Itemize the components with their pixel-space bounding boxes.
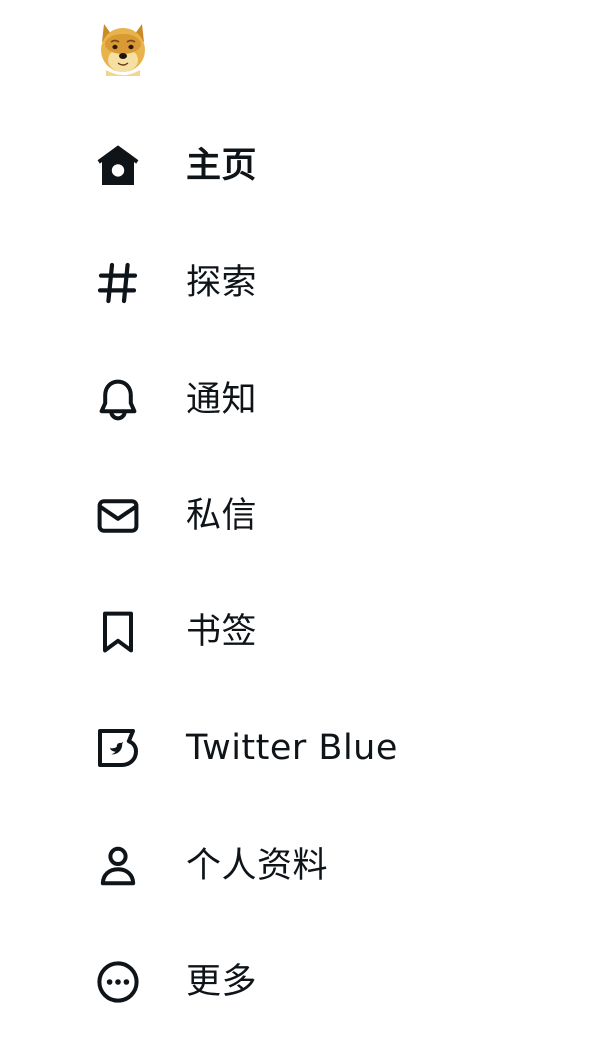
hashtag-icon: [92, 257, 144, 309]
nav-item-home[interactable]: 主页: [92, 134, 492, 198]
doge-avatar-icon[interactable]: [96, 20, 150, 76]
twitter-blue-icon: [92, 722, 144, 774]
nav-item-twitter-blue[interactable]: Twitter Blue: [92, 716, 492, 780]
nav-item-label: 书签: [186, 612, 258, 652]
nav-item-more[interactable]: 更多: [92, 950, 492, 1014]
nav-item-explore[interactable]: 探索: [92, 251, 492, 315]
home-icon: [92, 140, 144, 192]
nav-item-bookmarks[interactable]: 书签: [92, 600, 492, 664]
bookmark-icon: [92, 606, 144, 658]
nav-item-label: 通知: [186, 380, 258, 420]
person-icon: [92, 840, 144, 892]
bell-icon: [92, 374, 144, 426]
nav-item-label: 探索: [186, 263, 258, 303]
envelope-icon: [92, 490, 144, 542]
nav-item-label: 私信: [186, 496, 258, 536]
nav-item-notifications[interactable]: 通知: [92, 368, 492, 432]
more-circle-icon: [92, 956, 144, 1008]
nav-item-messages[interactable]: 私信: [92, 484, 492, 548]
nav-item-label: 主页: [186, 146, 258, 186]
nav-item-label: 个人资料: [186, 846, 329, 886]
nav-item-label: 更多: [186, 962, 258, 1002]
sidebar-nav: 主页 探索 通知 私信 书签 Twitter Blue 个人资料 更多: [0, 0, 598, 1062]
nav-item-profile[interactable]: 个人资料: [92, 834, 492, 898]
nav-item-label: Twitter Blue: [186, 728, 398, 768]
